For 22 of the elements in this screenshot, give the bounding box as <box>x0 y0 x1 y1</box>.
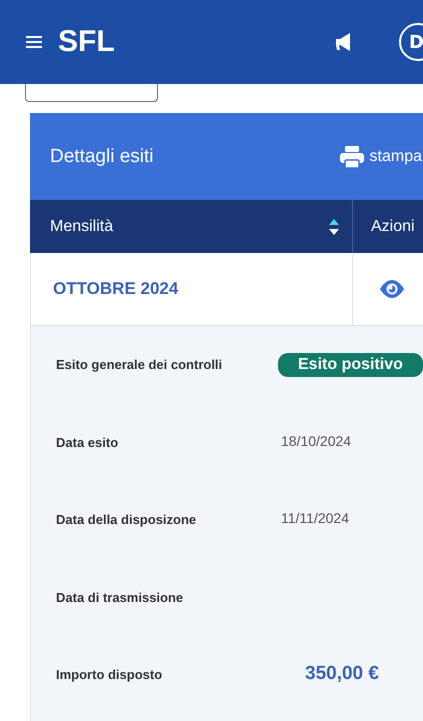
detail-label: Esito generale dei controlli <box>56 356 224 372</box>
user-avatar[interactable]: D <box>399 23 423 61</box>
menu-icon[interactable] <box>26 35 42 49</box>
card-title: Dettagli esiti <box>50 146 154 168</box>
column-header: Azioni <box>371 218 415 236</box>
sort-icon[interactable] <box>328 218 340 236</box>
detail-label: Data della disposizone <box>56 511 198 527</box>
detail-value: 11/11/2024 <box>281 509 349 526</box>
print-button[interactable]: stampa <box>340 146 422 168</box>
detail-label: Data di trasmissione <box>56 588 184 604</box>
status-badge: Esito positivo <box>278 353 423 377</box>
view-button[interactable] <box>379 279 405 299</box>
column-header[interactable]: Mensilità <box>50 218 328 236</box>
outlined-button[interactable] <box>25 84 158 102</box>
printer-icon <box>340 146 364 168</box>
detail-label: Importo disposto <box>56 666 164 682</box>
amount-value: 350,00 € <box>305 663 379 685</box>
eye-icon <box>379 279 405 299</box>
month-cell: OTTOBRE 2024 <box>53 279 178 299</box>
app-logo: SFL <box>58 25 115 59</box>
detail-value: 18/10/2024 <box>281 432 352 448</box>
detail-label: Data esito <box>56 434 120 450</box>
